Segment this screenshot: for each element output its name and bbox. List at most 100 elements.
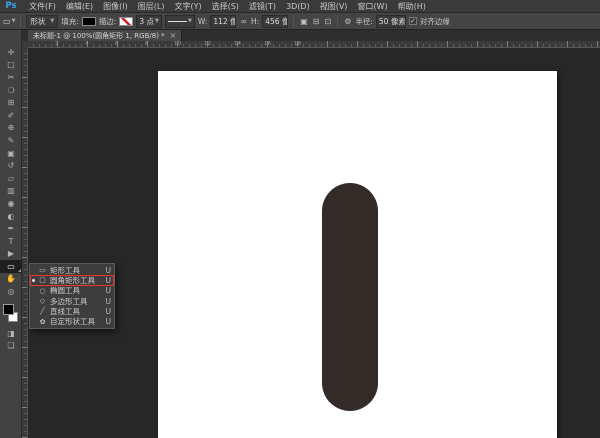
rectangular-marquee-tool[interactable]: □ xyxy=(0,59,22,72)
path-arrangement-icon[interactable]: ⊡ xyxy=(323,17,332,26)
rounded-rectangle-shape[interactable] xyxy=(322,183,378,411)
tool-mode-dropdown[interactable]: 形状 ▼ xyxy=(26,15,58,28)
shape-height-input[interactable]: 456 像素 xyxy=(262,15,288,28)
solid-line-icon xyxy=(168,21,187,22)
width-label: W: xyxy=(198,17,208,26)
crop-tool[interactable]: ⊞ xyxy=(0,96,22,109)
hand-tool[interactable]: ✋ xyxy=(0,273,22,286)
line-tool-icon: ╱ xyxy=(38,307,47,315)
flyout-item-rounded-rectangle-tool[interactable]: ▢ 圆角矩形工具 U xyxy=(30,275,114,285)
menu-help[interactable]: 帮助(H) xyxy=(393,0,431,13)
zoom-tool[interactable]: ◎ xyxy=(0,285,22,298)
flyout-item-polygon-tool[interactable]: ◇ 多边形工具 U xyxy=(30,296,114,306)
menu-filter[interactable]: 滤镜(T) xyxy=(244,0,281,13)
tool-options-bar: ▭ ▼ 形状 ▼ 填充: 描边: 3 点 ▼ ▼ W: 112 像素 ∞ H: … xyxy=(0,13,600,30)
menu-window[interactable]: 窗口(W) xyxy=(352,0,392,13)
stroke-width-value: 3 点 xyxy=(139,16,154,27)
shortcut-key: U xyxy=(106,307,112,316)
ruler-number: 10 xyxy=(174,41,181,47)
ruler-ticks xyxy=(28,41,600,47)
separator xyxy=(337,15,338,27)
blur-tool[interactable]: ◉ xyxy=(0,197,22,210)
ruler-number: 12 xyxy=(204,41,211,47)
menu-bar: Ps 文件(F) 编辑(E) 图像(I) 图层(L) 文字(Y) 选择(S) 滤… xyxy=(0,0,600,13)
rounded-rectangle-tool-icon: ▭ xyxy=(3,17,11,26)
close-icon[interactable]: × xyxy=(170,31,177,40)
menu-layer[interactable]: 图层(L) xyxy=(133,0,170,13)
shape-tool-flyout-menu: ▭ 矩形工具 U ▢ 圆角矩形工具 U ○ 椭圆工具 U ◇ 多边形工具 U ╱… xyxy=(29,263,115,329)
shortcut-key: U xyxy=(106,317,112,326)
path-selection-tool[interactable]: ▶ xyxy=(0,248,22,261)
foreground-color-swatch[interactable] xyxy=(3,304,14,315)
shortcut-key: U xyxy=(106,286,112,295)
document-tab[interactable]: 未标题-1 @ 100%(圆角矩形 1, RGB/8) * × xyxy=(28,30,182,41)
separator xyxy=(20,15,21,27)
brush-tool[interactable]: ✎ xyxy=(0,134,22,147)
document-title: 未标题-1 @ 100%(圆角矩形 1, RGB/8) * xyxy=(33,31,165,41)
ruler-number: 16 xyxy=(264,41,271,47)
polygon-tool-icon: ◇ xyxy=(38,297,47,305)
fill-color-swatch[interactable] xyxy=(82,17,96,26)
stroke-color-swatch[interactable] xyxy=(119,17,133,26)
height-label: H: xyxy=(251,17,259,26)
flyout-item-line-tool[interactable]: ╱ 直线工具 U xyxy=(30,306,114,316)
photoshop-logo: Ps xyxy=(2,1,20,12)
horizontal-ruler[interactable]: 2 4 6 8 10 12 14 16 18 xyxy=(28,41,600,48)
tool-preset-picker[interactable]: ▭ ▼ xyxy=(3,17,15,26)
gradient-tool[interactable]: ▥ xyxy=(0,185,22,198)
eyedropper-tool[interactable]: ✐ xyxy=(0,109,22,122)
pen-tool[interactable]: ✒ xyxy=(0,222,22,235)
flyout-item-ellipse-tool[interactable]: ○ 椭圆工具 U xyxy=(30,286,114,296)
rounded-rectangle-tool[interactable]: ▭ xyxy=(0,260,22,273)
quick-selection-tool[interactable]: ❍ xyxy=(0,84,22,97)
screen-mode-button[interactable]: ❏ xyxy=(0,339,22,352)
stroke-width-input[interactable]: 3 点 ▼ xyxy=(136,15,162,28)
ellipse-tool-icon: ○ xyxy=(38,287,47,295)
shortcut-key: U xyxy=(106,276,112,285)
path-operations-icon[interactable]: ▣ xyxy=(299,17,309,26)
ruler-number: 6 xyxy=(115,41,119,47)
menu-type[interactable]: 文字(Y) xyxy=(169,0,206,13)
lasso-tool[interactable]: ✂ xyxy=(0,71,22,84)
ruler-number: 8 xyxy=(145,41,149,47)
menu-view[interactable]: 视图(V) xyxy=(315,0,353,13)
spot-healing-brush-tool[interactable]: ⊕ xyxy=(0,122,22,135)
horizontal-type-tool[interactable]: T xyxy=(0,235,22,248)
gear-icon[interactable]: ⚙ xyxy=(343,17,352,26)
fill-label: 填充: xyxy=(61,16,79,27)
flyout-item-label: 自定形状工具 xyxy=(50,316,103,327)
ruler-number: 18 xyxy=(294,41,301,47)
rectangle-tool-icon: ▭ xyxy=(38,266,47,274)
menu-select[interactable]: 选择(S) xyxy=(207,0,244,13)
history-brush-tool[interactable]: ↺ xyxy=(0,159,22,172)
menu-3d[interactable]: 3D(D) xyxy=(281,0,315,13)
chevron-down-icon: ▼ xyxy=(188,18,192,24)
tools-panel: ✛ □ ✂ ❍ ⊞ ✐ ⊕ ✎ ▣ ↺ ▱ ▥ ◉ ◐ ✒ T ▶ ▭ ✋ ◎ … xyxy=(0,30,22,438)
eraser-tool[interactable]: ▱ xyxy=(0,172,22,185)
radius-input[interactable]: 50 像素 xyxy=(376,15,406,28)
menu-edit[interactable]: 编辑(E) xyxy=(61,0,98,13)
quick-mask-button[interactable]: ◨ xyxy=(0,327,22,340)
flyout-item-custom-shape-tool[interactable]: ✿ 自定形状工具 U xyxy=(30,316,114,326)
chevron-down-icon: ▼ xyxy=(12,18,16,24)
flyout-item-rectangle-tool[interactable]: ▭ 矩形工具 U xyxy=(30,265,114,275)
dodge-tool[interactable]: ◐ xyxy=(0,210,22,223)
active-tool-dot xyxy=(32,279,35,282)
move-tool[interactable]: ✛ xyxy=(0,46,22,59)
ruler-number: 2 xyxy=(55,41,59,47)
menu-file[interactable]: 文件(F) xyxy=(24,0,61,13)
stroke-style-dropdown[interactable]: ▼ xyxy=(165,15,195,28)
custom-shape-tool-icon: ✿ xyxy=(38,318,47,326)
link-dimensions-icon[interactable]: ∞ xyxy=(239,17,248,26)
radius-label: 半径: xyxy=(355,16,373,27)
ruler-number: 14 xyxy=(234,41,241,47)
rounded-rectangle-tool-icon: ▢ xyxy=(38,276,47,284)
align-edges-checkbox[interactable]: ✓ xyxy=(409,17,417,25)
color-swatches xyxy=(0,301,22,327)
shape-width-input[interactable]: 112 像素 xyxy=(210,15,236,28)
tool-mode-value: 形状 xyxy=(30,16,45,27)
ruler-number: 4 xyxy=(85,41,89,47)
path-alignment-icon[interactable]: ⊟ xyxy=(312,17,321,26)
clone-stamp-tool[interactable]: ▣ xyxy=(0,147,22,160)
menu-image[interactable]: 图像(I) xyxy=(98,0,133,13)
